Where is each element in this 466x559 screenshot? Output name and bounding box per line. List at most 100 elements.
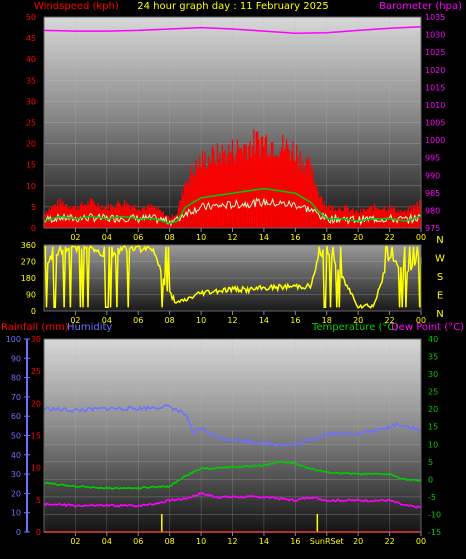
x-tick-label: 00 bbox=[416, 233, 426, 242]
wind-tick-label: 10 bbox=[26, 182, 36, 191]
barometer-tick-label: 1010 bbox=[425, 101, 445, 110]
humidity-tick-label: 50 bbox=[11, 432, 21, 441]
barometer-tick-label: 1030 bbox=[425, 31, 445, 40]
x-tick-label: 22 bbox=[384, 537, 394, 546]
direction-tick-label: 0 bbox=[31, 307, 36, 316]
compass-label: S bbox=[437, 272, 443, 283]
wind-tick-label: 35 bbox=[26, 76, 36, 85]
temperature-tick-label: 5 bbox=[428, 458, 433, 467]
rain-tick-label: 15 bbox=[31, 432, 41, 441]
barometer-axis-label: Barometer (hpa) bbox=[379, 1, 462, 12]
temperature-tick-label: 40 bbox=[428, 335, 438, 344]
temperature-tick-label: 20 bbox=[428, 405, 438, 414]
temperature-tick-label: 0 bbox=[428, 475, 433, 484]
barometer-tick-label: 1020 bbox=[425, 66, 445, 75]
x-tick-label: 22 bbox=[384, 233, 394, 242]
barometer-tick-label: 985 bbox=[425, 189, 440, 198]
x-tick-label: 18 bbox=[322, 233, 332, 242]
temperature-tick-label: 35 bbox=[428, 353, 438, 362]
x-tick-label: 00 bbox=[416, 316, 426, 325]
barometer-tick-label: 975 bbox=[425, 224, 440, 233]
barometer-tick-label: 1000 bbox=[425, 136, 445, 145]
x-tick-label: 04 bbox=[102, 316, 112, 325]
compass-label: N bbox=[436, 235, 443, 246]
x-tick-label: 10 bbox=[196, 316, 206, 325]
barometer-tick-label: 990 bbox=[425, 171, 440, 180]
wind-tick-label: 40 bbox=[26, 55, 36, 64]
humidity-tick-label: 0 bbox=[16, 528, 21, 537]
barometer-tick-label: 995 bbox=[425, 154, 440, 163]
x-tick-label: 20 bbox=[353, 233, 363, 242]
rain-tick-label: 20 bbox=[31, 399, 41, 408]
x-tick-label: 16 bbox=[290, 316, 300, 325]
wind-axis-label: Windspeed (kph) bbox=[34, 1, 119, 12]
x-tick-label: 16 bbox=[290, 537, 300, 546]
humidity-tick-label: 30 bbox=[11, 470, 21, 479]
rain-axis-label: Rainfall (mm) bbox=[1, 322, 69, 333]
weather-graph-svg: 24 hour graph day : 11 February 2025 Win… bbox=[1, 1, 464, 546]
x-tick-label: 06 bbox=[133, 233, 143, 242]
temperature-tick-label: -10 bbox=[428, 510, 441, 519]
compass-label: W bbox=[435, 254, 445, 265]
wind-tick-label: 45 bbox=[26, 34, 36, 43]
rain-tick-label: 0 bbox=[36, 528, 41, 537]
humidity-tick-label: 90 bbox=[11, 354, 21, 363]
x-tick-label: SunRSet bbox=[310, 537, 344, 546]
dewpoint-axis-label: Dew Point (°C) bbox=[391, 322, 464, 333]
wind-tick-label: 30 bbox=[26, 97, 36, 106]
humidity-tick-label: 40 bbox=[11, 451, 21, 460]
x-tick-label: 20 bbox=[353, 316, 363, 325]
rain-tick-label: 5 bbox=[36, 496, 41, 505]
x-tick-label: 20 bbox=[353, 537, 363, 546]
x-tick-label: 10 bbox=[196, 537, 206, 546]
x-tick-label: 00 bbox=[416, 537, 426, 546]
x-tick-label: 08 bbox=[165, 537, 175, 546]
temperature-tick-label: 10 bbox=[428, 440, 438, 449]
barometer-tick-label: 980 bbox=[425, 206, 440, 215]
x-tick-label: 14 bbox=[259, 316, 269, 325]
direction-tick-label: 90 bbox=[26, 291, 36, 300]
x-tick-label: 10 bbox=[196, 233, 206, 242]
temperature-tick-label: 30 bbox=[428, 370, 438, 379]
barometer-tick-label: 1015 bbox=[425, 83, 445, 92]
direction-tick-label: 270 bbox=[21, 258, 36, 267]
x-tick-label: 12 bbox=[227, 316, 237, 325]
x-tick-label: 14 bbox=[259, 233, 269, 242]
x-tick-label: 08 bbox=[165, 233, 175, 242]
humidity-tick-label: 20 bbox=[11, 489, 21, 498]
barometer-tick-label: 1025 bbox=[425, 48, 445, 57]
humidity-tick-label: 70 bbox=[11, 393, 21, 402]
barometer-tick-label: 1035 bbox=[425, 13, 445, 22]
humidity-tick-label: 60 bbox=[11, 412, 21, 421]
temperature-tick-label: -5 bbox=[428, 493, 436, 502]
wind-tick-label: 0 bbox=[31, 224, 36, 233]
rain-tick-label: 30 bbox=[31, 335, 41, 344]
compass-label: E bbox=[437, 291, 443, 302]
x-tick-label: 04 bbox=[102, 233, 112, 242]
wind-tick-label: 25 bbox=[26, 119, 36, 128]
x-tick-label: 22 bbox=[384, 316, 394, 325]
direction-tick-label: 180 bbox=[21, 274, 36, 283]
rain-tick-label: 25 bbox=[31, 367, 41, 376]
x-tick-label: 12 bbox=[227, 233, 237, 242]
x-tick-label: 02 bbox=[70, 316, 80, 325]
x-tick-label: 08 bbox=[165, 316, 175, 325]
direction-tick-label: 360 bbox=[21, 241, 36, 250]
x-tick-label: 16 bbox=[290, 233, 300, 242]
humidity-tick-label: 10 bbox=[11, 509, 21, 518]
weather-graph-page: 24 hour graph day : 11 February 2025 Win… bbox=[0, 0, 466, 555]
wind-tick-label: 5 bbox=[31, 203, 36, 212]
x-tick-label: 12 bbox=[227, 537, 237, 546]
compass-label: N bbox=[436, 309, 443, 320]
x-tick-label: 02 bbox=[70, 233, 80, 242]
x-tick-label: 06 bbox=[133, 316, 143, 325]
temperature-tick-label: 15 bbox=[428, 423, 438, 432]
wind-tick-label: 15 bbox=[26, 161, 36, 170]
x-tick-label: 18 bbox=[322, 316, 332, 325]
temperature-tick-label: -15 bbox=[428, 528, 441, 537]
title: 24 hour graph day : 11 February 2025 bbox=[137, 1, 328, 12]
x-tick-label: 06 bbox=[133, 537, 143, 546]
rain-tick-label: 10 bbox=[31, 464, 41, 473]
x-tick-label: 04 bbox=[102, 537, 112, 546]
wind-tick-label: 50 bbox=[26, 13, 36, 22]
